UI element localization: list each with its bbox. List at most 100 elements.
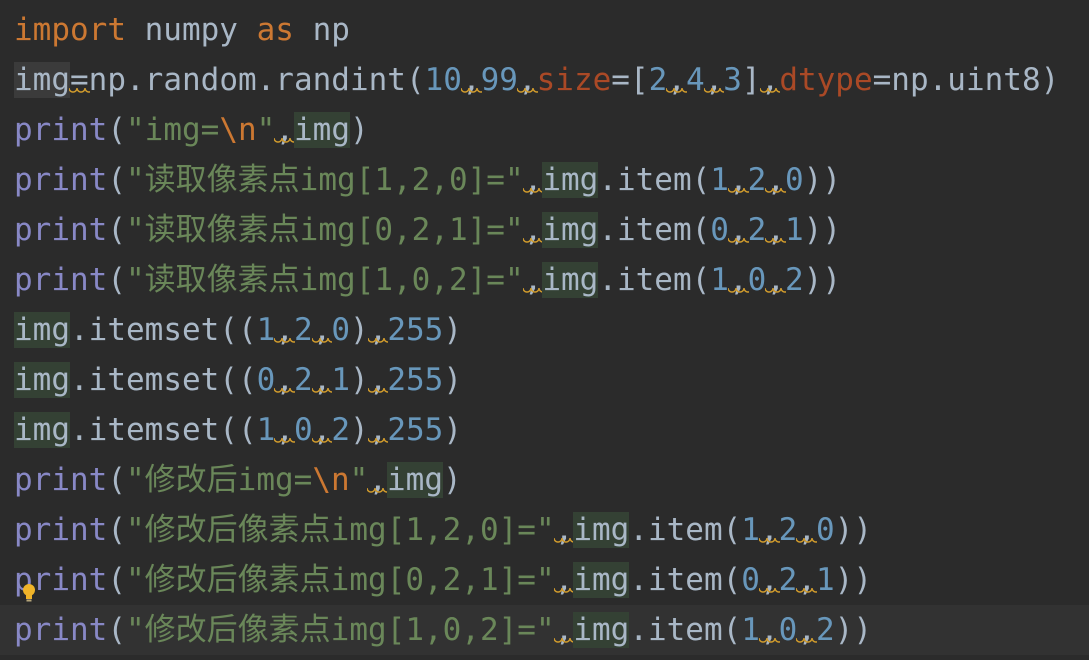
- punctuation-token: ): [350, 112, 369, 148]
- punctuation-token: )): [803, 162, 841, 198]
- punctuation-token: ,: [759, 612, 779, 648]
- code-line-4[interactable]: print("读取像素点img[1,2,0]=",img.item(1,2,0)…: [0, 155, 1089, 205]
- punctuation-token: .item(: [629, 612, 742, 648]
- number-literal: 2: [778, 562, 798, 598]
- keyword-token: import: [14, 12, 126, 48]
- identifier-token: img: [387, 462, 443, 498]
- string-literal: "img=: [126, 112, 220, 148]
- number-literal: 1: [741, 512, 760, 548]
- number-literal: 0: [256, 362, 276, 398]
- punctuation-token: (: [107, 562, 126, 598]
- punctuation-token: )): [803, 212, 841, 248]
- code-editor[interactable]: import numpy as np img=np.random.randint(…: [0, 0, 1089, 660]
- builtin-function-token: print: [14, 262, 108, 298]
- punctuation-token: ,: [728, 212, 748, 248]
- punctuation-token: ,: [368, 362, 388, 398]
- punctuation-token: ,: [275, 312, 294, 348]
- punctuation-token: )): [834, 512, 872, 548]
- number-literal: 0: [778, 612, 798, 648]
- number-literal: 1: [741, 612, 760, 648]
- punctuation-token: ): [443, 462, 462, 498]
- builtin-function-token: print: [14, 162, 108, 198]
- number-literal: 255: [387, 412, 444, 448]
- number-literal: 1: [331, 362, 350, 398]
- code-line-3[interactable]: print("img=\n",img): [0, 105, 1089, 155]
- code-line-5[interactable]: print("读取像素点img[0,2,1]=",img.item(0,2,1)…: [0, 205, 1089, 255]
- number-literal: 2: [747, 162, 767, 198]
- punctuation-token: ,: [517, 62, 537, 98]
- code-line-11[interactable]: print("修改后像素点img[1,2,0]=",img.item(1,2,0…: [0, 505, 1089, 555]
- number-literal: 1: [710, 262, 729, 298]
- punctuation-token: =: [70, 62, 89, 98]
- punctuation-token: =[: [611, 62, 649, 98]
- identifier-token: img: [14, 312, 70, 348]
- string-literal: "修改后img=: [126, 462, 313, 498]
- number-literal: 2: [747, 212, 767, 248]
- punctuation-token: ): [443, 312, 463, 348]
- code-line-12[interactable]: print("修改后像素点img[0,2,1]=",img.item(0,2,1…: [0, 555, 1089, 605]
- identifier-token: img: [542, 212, 599, 248]
- number-literal: 2: [331, 412, 350, 448]
- number-literal: 4: [685, 62, 705, 98]
- punctuation-token: ,: [312, 312, 332, 348]
- punctuation-token: ,: [368, 462, 387, 498]
- number-literal: 1: [256, 312, 276, 348]
- string-literal: "读取像素点img[0,2,1]=": [126, 212, 524, 248]
- number-literal: 1: [784, 212, 804, 248]
- lightbulb-icon[interactable]: [22, 583, 36, 603]
- punctuation-token: .itemset((: [70, 412, 257, 448]
- string-literal: "读取像素点img[1,2,0]=": [126, 162, 524, 198]
- punctuation-token: (: [107, 462, 126, 498]
- punctuation-token: ,: [766, 262, 785, 298]
- number-literal: 0: [293, 412, 313, 448]
- code-line-9[interactable]: img.itemset((1,0,2),255): [0, 405, 1089, 455]
- punctuation-token: ,: [523, 212, 543, 248]
- number-literal: 1: [815, 562, 835, 598]
- punctuation-token: ,: [312, 412, 332, 448]
- punctuation-token: .itemset((: [70, 312, 257, 348]
- punctuation-token: ,: [554, 612, 574, 648]
- number-literal: 2: [648, 62, 668, 98]
- builtin-function-token: print: [14, 462, 108, 498]
- punctuation-token: ]: [741, 62, 761, 98]
- punctuation-token: .item(: [629, 562, 742, 598]
- number-literal: 99: [480, 62, 518, 98]
- number-literal: 2: [784, 262, 804, 298]
- punctuation-token: ,: [760, 62, 780, 98]
- punctuation-token: ,: [728, 162, 748, 198]
- punctuation-token: ,: [766, 162, 785, 198]
- number-literal: 0: [747, 262, 767, 298]
- punctuation-token: ,: [461, 62, 481, 98]
- punctuation-token: ): [443, 412, 463, 448]
- number-literal: 2: [293, 312, 313, 348]
- code-line-8[interactable]: img.itemset((0,2,1),255): [0, 355, 1089, 405]
- number-literal: 255: [387, 362, 444, 398]
- punctuation-token: (: [107, 612, 126, 648]
- identifier-token: img: [573, 612, 630, 648]
- punctuation-token: (: [107, 212, 126, 248]
- punctuation-token: =np.uint8): [872, 62, 1060, 98]
- punctuation-token: .itemset((: [70, 362, 257, 398]
- string-literal: "读取像素点img[1,0,2]=": [126, 262, 524, 298]
- code-line-13[interactable]: print("修改后像素点img[1,0,2]=",img.item(1,0,2…: [0, 605, 1089, 655]
- identifier-token: img: [542, 162, 599, 198]
- number-literal: 0: [741, 562, 760, 598]
- punctuation-token: ,: [759, 562, 779, 598]
- punctuation-token: ,: [523, 162, 543, 198]
- builtin-function-token: print: [14, 612, 108, 648]
- punctuation-token: ,: [554, 562, 574, 598]
- punctuation-token: .item(: [629, 512, 742, 548]
- number-literal: 10: [424, 62, 462, 98]
- code-line-6[interactable]: print("读取像素点img[1,0,2]=",img.item(1,0,2)…: [0, 255, 1089, 305]
- punctuation-token: ,: [368, 412, 388, 448]
- code-line-10[interactable]: print("修改后img=\n",img): [0, 455, 1089, 505]
- keyword-token: as: [256, 12, 294, 48]
- code-line-2[interactable]: img=np.random.randint(10,99,size=[2,4,3]…: [0, 55, 1089, 105]
- identifier-token: img: [542, 262, 599, 298]
- identifier-token: img: [14, 412, 70, 448]
- punctuation-token: ): [443, 362, 463, 398]
- code-line-7[interactable]: img.itemset((1,2,0),255): [0, 305, 1089, 355]
- number-literal: 0: [710, 212, 729, 248]
- string-literal: "修改后像素点img[0,2,1]=": [126, 562, 555, 598]
- code-line-1[interactable]: import numpy as np: [0, 5, 1089, 55]
